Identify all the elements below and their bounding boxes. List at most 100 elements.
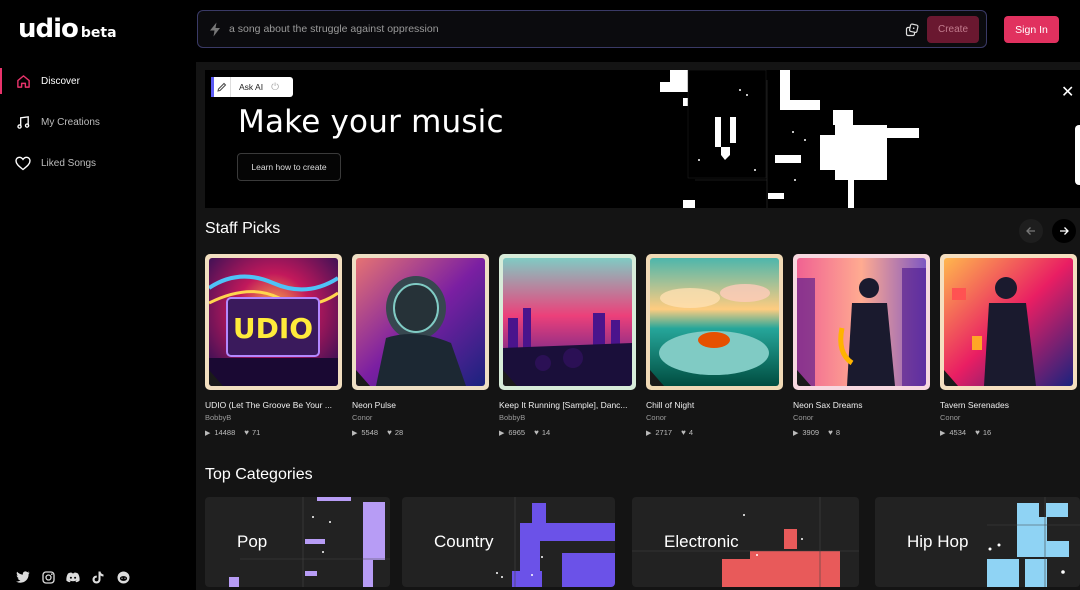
song-cover	[940, 254, 1077, 390]
shuffle-prompt-icon[interactable]	[904, 22, 920, 38]
play-icon: ▶	[352, 429, 358, 437]
udio-logo[interactable]: udio beta	[18, 14, 117, 44]
prompt-input[interactable]	[229, 23, 889, 35]
play-count: 14488	[214, 428, 236, 437]
song-stats: ▶ 6965 ♥ 14	[499, 428, 636, 437]
twitter-icon[interactable]	[16, 570, 30, 584]
svg-text:UDIO: UDIO	[233, 312, 313, 345]
like-count: 14	[541, 428, 551, 437]
song-cover	[646, 254, 783, 390]
instagram-icon[interactable]	[41, 570, 55, 584]
heart-icon	[14, 154, 32, 172]
arrow-right-icon	[1060, 227, 1069, 235]
carousel-next-button[interactable]	[1052, 219, 1076, 243]
logo-beta: beta	[80, 25, 117, 41]
song-stats: ▶ 3909 ♥ 8	[793, 428, 930, 437]
discord-icon[interactable]	[66, 570, 80, 584]
song-stats: ▶ 2717 ♥ 4	[646, 428, 783, 437]
play-icon: ▶	[940, 429, 946, 437]
song-cover	[499, 254, 636, 390]
ask-ai-label: Ask AI	[239, 82, 264, 92]
category-hip-hop[interactable]: Hip Hop	[875, 497, 1080, 587]
song-title: Keep It Running [Sample], Danc...	[499, 400, 628, 410]
song-card[interactable]: Keep It Running [Sample], Danc... BobbyB…	[499, 254, 636, 437]
like-count: 16	[982, 428, 992, 437]
song-title: Chill of Night	[646, 400, 695, 410]
song-stats: ▶ 14488 ♥ 71	[205, 428, 342, 437]
banner-pixel-art	[660, 70, 1080, 208]
power-icon[interactable]: ⏻	[271, 82, 279, 93]
carousel-prev-button[interactable]	[1019, 219, 1043, 243]
song-cover	[793, 254, 930, 390]
play-count: 5548	[361, 428, 379, 437]
song-card[interactable]: Chill of Night Conor ▶ 2717 ♥ 4	[646, 254, 783, 437]
heart-icon: ♥	[975, 428, 980, 437]
sidebar-item-discover[interactable]: Discover	[0, 66, 196, 96]
song-card[interactable]: Neon Pulse Conor ▶ 5548 ♥ 28	[352, 254, 489, 437]
play-icon: ▶	[793, 429, 799, 437]
heart-icon: ♥	[828, 428, 833, 437]
category-country[interactable]: Country	[402, 497, 615, 587]
category-pop[interactable]: Pop	[205, 497, 390, 587]
heart-icon: ♥	[681, 428, 686, 437]
ask-ai-widget[interactable]: Ask AI ⏻	[211, 77, 293, 97]
play-icon: ▶	[646, 429, 652, 437]
pencil-icon	[211, 77, 231, 97]
song-card[interactable]: UDIO UDIO (Let The Groove Be Your ... Bo…	[205, 254, 342, 437]
logo-text: udio	[18, 14, 79, 44]
create-button[interactable]: Create	[927, 16, 979, 43]
song-author[interactable]: BobbyB	[205, 413, 342, 422]
song-title: Tavern Serenades	[940, 400, 1009, 410]
song-author[interactable]: Conor	[940, 413, 1077, 422]
play-count: 3909	[802, 428, 820, 437]
song-title: Neon Sax Dreams	[793, 400, 863, 410]
main-content: Ask AI ⏻ Make your music Learn how to cr…	[196, 62, 1080, 590]
learn-how-button[interactable]: Learn how to create	[237, 153, 341, 181]
prompt-bar: Create	[197, 10, 987, 48]
play-count: 2717	[655, 428, 673, 437]
song-card[interactable]: Tavern Serenades Conor ▶ 4534 ♥ 16	[940, 254, 1077, 437]
music-note-icon	[14, 113, 32, 131]
like-count: 28	[394, 428, 404, 437]
heart-icon: ♥	[534, 428, 539, 437]
top-categories-title: Top Categories	[205, 466, 313, 483]
heart-icon: ♥	[387, 428, 392, 437]
banner-title: Make your music	[238, 104, 504, 140]
sidebar-item-my-creations[interactable]: My Creations	[0, 107, 196, 137]
play-count: 4534	[949, 428, 967, 437]
sidebar-item-liked-songs[interactable]: Liked Songs	[0, 148, 196, 178]
song-author[interactable]: BobbyB	[499, 413, 636, 422]
song-cover: UDIO	[205, 254, 342, 390]
song-stats: ▶ 4534 ♥ 16	[940, 428, 1077, 437]
play-count: 6965	[508, 428, 526, 437]
sidebar: udio beta Discover My Creations Liked So…	[0, 0, 196, 590]
song-title: Neon Pulse	[352, 400, 396, 410]
lightning-icon	[207, 21, 223, 37]
arrow-left-icon	[1026, 227, 1035, 235]
category-label: Electronic	[664, 532, 739, 551]
category-label: Pop	[237, 532, 268, 551]
category-art	[987, 497, 1080, 587]
heart-icon: ♥	[244, 428, 249, 437]
category-art	[229, 497, 390, 587]
song-author[interactable]: Conor	[793, 413, 930, 422]
song-cover	[352, 254, 489, 390]
category-electronic[interactable]: Electronic	[632, 497, 859, 587]
play-icon: ▶	[499, 429, 505, 437]
song-card[interactable]: Neon Sax Dreams Conor ▶ 3909 ♥ 8	[793, 254, 930, 437]
tiktok-icon[interactable]	[91, 570, 105, 584]
sidebar-nav: Discover My Creations Liked Songs	[0, 66, 196, 189]
sidebar-item-label: Discover	[41, 75, 80, 87]
staff-picks-title: Staff Picks	[205, 220, 281, 237]
close-banner-icon[interactable]: ✕	[1061, 82, 1074, 102]
song-title: UDIO (Let The Groove Be Your ...	[205, 400, 332, 410]
sidebar-item-label: My Creations	[41, 116, 100, 128]
song-stats: ▶ 5548 ♥ 28	[352, 428, 489, 437]
sign-in-button[interactable]: Sign In	[1004, 16, 1059, 43]
hero-banner: Ask AI ⏻ Make your music Learn how to cr…	[205, 70, 1080, 208]
song-author[interactable]: Conor	[352, 413, 489, 422]
song-author[interactable]: Conor	[646, 413, 783, 422]
social-links	[16, 570, 130, 584]
category-label: Country	[434, 532, 494, 551]
reddit-icon[interactable]	[116, 570, 130, 584]
